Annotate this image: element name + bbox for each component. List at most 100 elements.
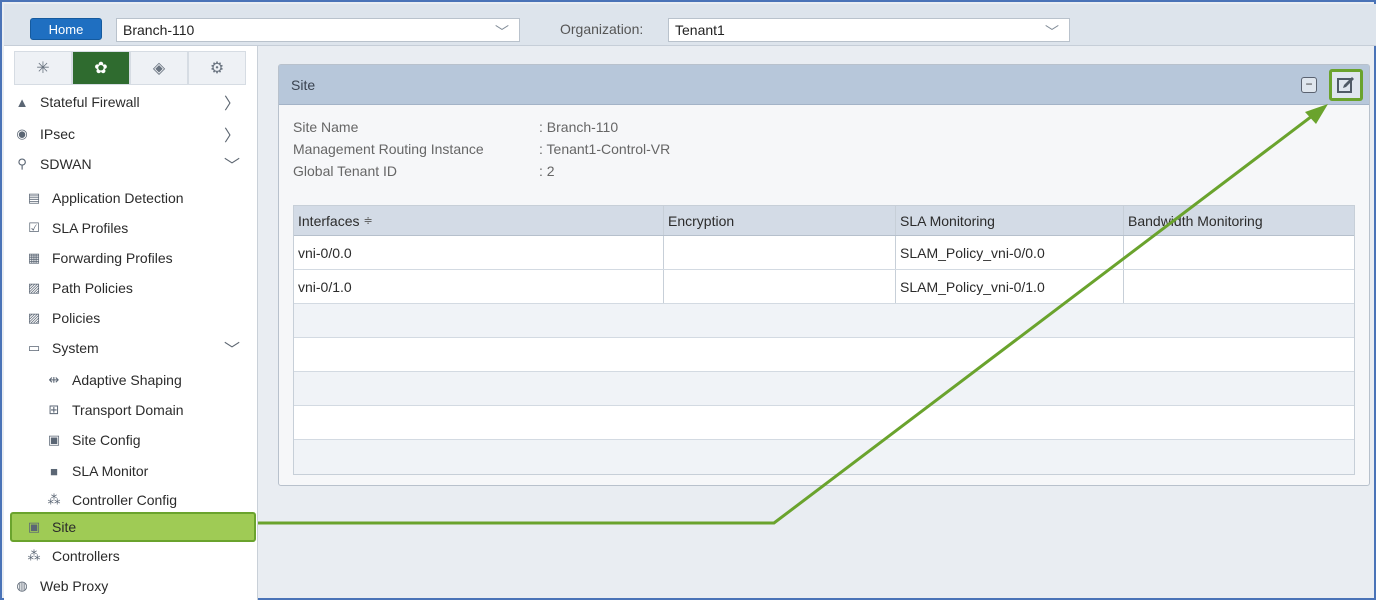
sidebar-item-label: Site Config <box>72 432 141 448</box>
table-row[interactable]: vni-0/1.0 SLAM_Policy_vni-0/1.0 <box>294 270 1354 304</box>
sidebar-item-forwarding-profiles[interactable]: ▦ Forwarding Profiles <box>4 244 256 272</box>
chevron-down-icon: ﹀ <box>495 24 509 40</box>
sidebar-item-label: Stateful Firewall <box>40 94 140 110</box>
sidebar-item-label: Site <box>52 519 77 535</box>
organization-select[interactable]: Tenant1 ﹀ <box>668 18 1070 42</box>
table-row-empty <box>294 440 1354 474</box>
field-label: Management Routing Instance <box>293 141 484 157</box>
chevron-right-icon: 〉 <box>223 128 240 145</box>
app-window: Home Branch-110 ﹀ Organization: Tenant1 … <box>0 0 1376 600</box>
edit-icon <box>1337 77 1354 93</box>
site-info: Site Name : Branch-110 Management Routin… <box>293 119 670 185</box>
column-label: Encryption <box>668 212 735 229</box>
chevron-down-icon: ﹀ <box>1045 24 1059 40</box>
site-config-icon: ▣ <box>47 432 61 447</box>
sidebar-item-site[interactable]: ▣ Site <box>10 512 256 542</box>
system-icon: ▭ <box>27 340 41 355</box>
table-row-empty <box>294 338 1354 372</box>
column-header-sla-monitoring[interactable]: SLA Monitoring <box>896 206 1124 235</box>
table-cell: SLAM_Policy_vni-0/1.0 <box>896 270 1124 303</box>
edit-button[interactable] <box>1329 69 1363 101</box>
sidebar-item-label: Adaptive Shaping <box>72 372 182 388</box>
panel-title: Site <box>291 77 316 93</box>
field-label: Site Name <box>293 119 359 135</box>
sidebar-item-label: Transport Domain <box>72 402 184 418</box>
sidebar-item-label: IPsec <box>40 126 76 142</box>
sidebar-item-ipsec[interactable]: ◉ IPsec 〉 <box>4 120 256 148</box>
table-cell <box>1124 270 1354 303</box>
globe-settings-icon: ⚙ <box>209 60 225 77</box>
organization-select-value: Tenant1 <box>675 22 725 38</box>
chevron-right-icon: 〉 <box>223 96 240 113</box>
table-row-empty <box>294 372 1354 406</box>
column-header-interfaces[interactable]: Interfaces ≑ <box>294 206 664 235</box>
sidebar-item-controller-config[interactable]: ⁂ Controller Config <box>4 486 256 514</box>
column-label: SLA Monitoring <box>900 212 995 229</box>
sidebar-item-label: SDWAN <box>40 156 92 172</box>
sidebar-item-label: Forwarding Profiles <box>52 250 173 266</box>
forwarding-profiles-icon: ▦ <box>27 250 41 265</box>
table-cell <box>664 270 896 303</box>
tab-objects[interactable]: ◈ <box>130 51 188 85</box>
table-cell: vni-0/0.0 <box>294 236 664 269</box>
adaptive-shaping-icon: ⇹ <box>48 372 60 387</box>
chevron-down-icon: ﹀ <box>223 342 240 359</box>
table-cell: vni-0/1.0 <box>294 270 664 303</box>
sidebar-item-policies[interactable]: ▨ Policies <box>4 304 256 332</box>
firewall-icon: ▲ <box>15 94 29 110</box>
sidebar-item-stateful-firewall[interactable]: ▲ Stateful Firewall 〉 <box>4 88 256 116</box>
tab-configuration[interactable]: ✿ <box>72 51 130 85</box>
device-select[interactable]: Branch-110 ﹀ <box>116 18 520 42</box>
column-header-encryption[interactable]: Encryption <box>664 206 896 235</box>
table-row[interactable]: vni-0/0.0 SLAM_Policy_vni-0/0.0 <box>294 236 1354 270</box>
home-button[interactable]: Home <box>30 18 102 40</box>
web-proxy-icon: ◍ <box>16 578 28 593</box>
chevron-down-icon: ﹀ <box>223 158 240 175</box>
sidebar-item-sla-profiles[interactable]: ☑ SLA Profiles <box>4 214 256 242</box>
info-row-management-routing-instance: Management Routing Instance : Tenant1-Co… <box>293 141 670 163</box>
info-row-site-name: Site Name : Branch-110 <box>293 119 670 141</box>
table-cell <box>664 236 896 269</box>
field-value: : Branch-110 <box>539 119 619 135</box>
column-label: Interfaces <box>298 212 360 229</box>
table-row-empty <box>294 304 1354 338</box>
cube-icon: ◈ <box>152 60 166 77</box>
sidebar-item-label: SLA Profiles <box>52 220 129 236</box>
tab-topology[interactable]: ✳ <box>14 51 72 85</box>
sidebar-item-controllers[interactable]: ⁂ Controllers <box>4 542 256 570</box>
path-policies-icon: ▨ <box>27 280 41 295</box>
sidebar-item-application-detection[interactable]: ▤ Application Detection <box>4 184 256 212</box>
controller-config-icon: ⁂ <box>47 492 61 507</box>
ipsec-icon: ◉ <box>16 126 28 141</box>
top-bar: Home Branch-110 ﹀ Organization: Tenant1 … <box>4 4 1376 46</box>
field-value: : 2 <box>539 163 555 179</box>
info-row-global-tenant-id: Global Tenant ID : 2 <box>293 163 670 185</box>
sidebar-item-sdwan[interactable]: ⚲ SDWAN ﹀ <box>4 150 256 178</box>
sidebar-item-site-config[interactable]: ▣ Site Config <box>4 426 256 454</box>
sidebar-item-label: Controllers <box>52 548 120 564</box>
column-label: Bandwidth Monitoring <box>1128 212 1263 229</box>
sidebar-item-path-policies[interactable]: ▨ Path Policies <box>4 274 256 302</box>
sla-monitor-icon: ■ <box>50 463 58 479</box>
field-value: : Tenant1-Control-VR <box>539 141 671 157</box>
transport-domain-icon: ⊞ <box>48 402 60 417</box>
sidebar-tabs: ✳ ✿ ◈ ⚙ <box>14 51 246 85</box>
collapse-button[interactable]: − <box>1301 77 1317 93</box>
sidebar-item-web-proxy[interactable]: ◍ Web Proxy <box>4 572 256 600</box>
table-cell <box>1124 236 1354 269</box>
organization-label: Organization: <box>560 21 644 37</box>
sidebar-item-adaptive-shaping[interactable]: ⇹ Adaptive Shaping <box>4 366 256 394</box>
tab-others[interactable]: ⚙ <box>188 51 246 85</box>
sort-icon: ≑ <box>363 215 373 227</box>
gear-icon: ✿ <box>94 60 108 77</box>
sidebar-item-sla-monitor[interactable]: ■ SLA Monitor <box>4 457 256 485</box>
minus-icon: − <box>1305 77 1313 91</box>
sidebar-item-label: Path Policies <box>52 280 133 296</box>
sidebar-item-transport-domain[interactable]: ⊞ Transport Domain <box>4 396 256 424</box>
sidebar-item-label: System <box>52 340 99 356</box>
sidebar-item-system[interactable]: ▭ System ﹀ <box>4 334 256 362</box>
column-header-bandwidth-monitoring[interactable]: Bandwidth Monitoring <box>1124 206 1354 235</box>
interfaces-table: Interfaces ≑ Encryption SLA Monitoring B… <box>293 205 1355 475</box>
site-icon: ▣ <box>27 519 41 534</box>
table-header: Interfaces ≑ Encryption SLA Monitoring B… <box>294 206 1354 236</box>
